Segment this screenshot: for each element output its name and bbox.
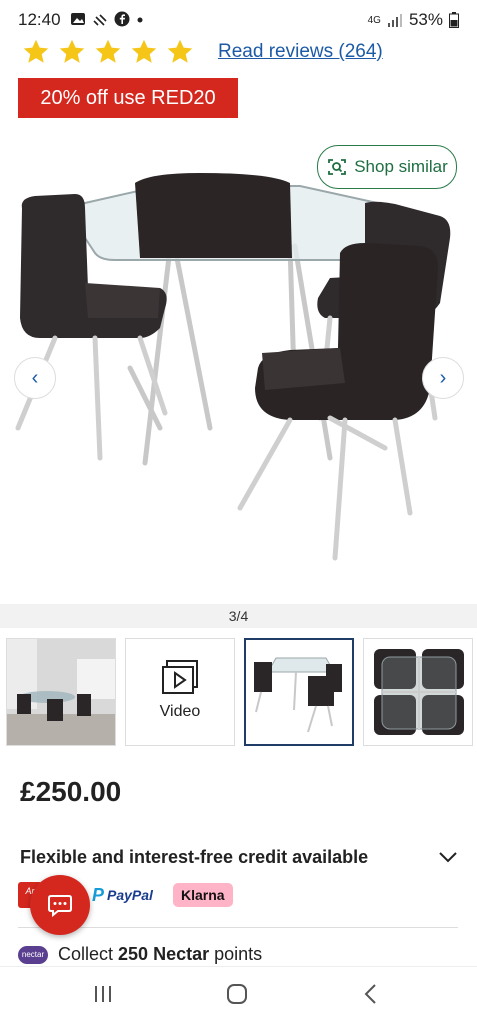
home-icon [227,984,247,1004]
status-time: 12:40 [18,10,61,29]
chat-bubble-icon [48,895,72,918]
camera-search-icon [328,159,347,175]
star-icon [167,39,193,63]
klarna-logo: Klarna [172,883,233,907]
thumbnail-product-angle[interactable] [244,638,354,746]
star-icon [59,39,85,63]
rating-row: Read reviews (264) [22,38,383,66]
nectar-text: Collect 250 Nectar points [58,944,263,964]
nectar-logo: nectar [18,945,48,964]
home-button[interactable] [226,983,248,1010]
paypal-icon: P [92,884,105,905]
image-notification-icon [71,13,85,25]
recent-apps-icon [95,986,111,1002]
nectar-points-row: nectar Collect 250 Nectar points [18,944,262,965]
star-icon [23,39,49,63]
status-bar: 12:40 4G 53% [0,0,477,40]
chevron-down-icon [439,852,457,863]
paypal-label: PayPal [107,887,153,903]
facebook-icon [114,11,130,27]
shop-similar-label: Shop similar [354,157,448,176]
chevron-right-icon: › [439,366,447,389]
dot-icon [137,17,143,23]
product-image-dining-set [15,173,451,561]
status-right: 4G 53% [368,10,459,30]
credit-accordion[interactable]: Flexible and interest-free credit availa… [20,845,460,869]
room-photo-image [7,639,115,745]
product-main-image[interactable] [0,128,477,604]
signal-icon [387,14,402,27]
battery-icon [449,12,459,28]
gallery-prev-button[interactable]: ‹ [14,357,56,399]
thumbnail-room-photo[interactable] [6,638,116,746]
promo-badge: 20% off use RED20 [18,78,238,118]
product-angle-image [246,640,352,744]
gallery-next-button[interactable]: › [422,357,464,399]
chat-button[interactable] [30,875,90,935]
shop-similar-button[interactable]: Shop similar [317,145,457,189]
star-icon [95,39,121,63]
video-label: Video [159,703,201,720]
chevron-left-icon: ‹ [31,366,39,389]
back-icon [364,984,376,1004]
star-icon [131,39,157,63]
video-play-icon [162,660,198,694]
status-notification-icons [70,11,144,27]
thumbnail-video[interactable]: Video [125,638,235,746]
read-reviews-link[interactable]: Read reviews (264) [218,41,383,63]
back-button[interactable] [360,983,382,1010]
network-label: 4G [367,14,381,26]
divider [18,927,458,928]
system-nav-bar [0,966,477,1025]
top-view-image [364,639,472,745]
image-counter: 3/4 [0,604,477,628]
thumbnail-strip: Video [6,638,473,746]
thumbnail-top-view[interactable] [363,638,473,746]
recent-apps-button[interactable] [92,983,114,1010]
battery-percent: 53% [408,10,443,29]
paypal-logo: P PayPal [92,885,153,906]
missed-call-icon [93,14,107,26]
product-price: £250.00 [20,776,122,807]
credit-text: Flexible and interest-free credit availa… [20,846,369,867]
